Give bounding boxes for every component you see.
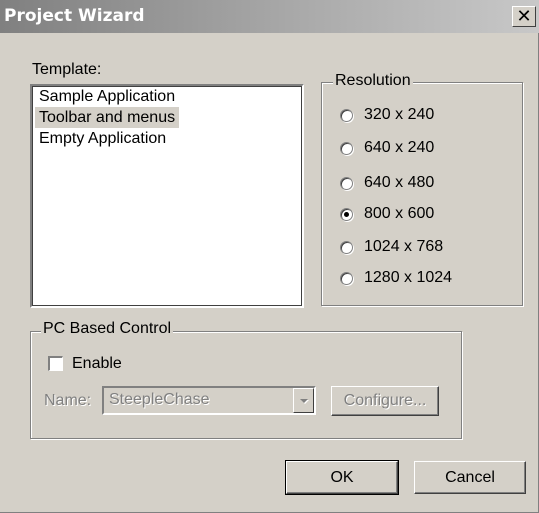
radio-button[interactable]	[340, 240, 353, 254]
radio-640x480[interactable]: 640 x 480	[340, 172, 434, 194]
configure-button[interactable]: Configure...	[331, 386, 439, 416]
radio-button[interactable]	[340, 176, 353, 190]
name-label: Name:	[44, 392, 92, 409]
pc-control-groupbox	[30, 331, 462, 439]
project-wizard-dialog: Project Wizard ✕ Template: Sample Applic…	[0, 0, 539, 513]
name-combobox-value: SteepleChase	[109, 391, 210, 408]
radio-button[interactable]	[340, 108, 353, 122]
template-item-toolbar-and-menus[interactable]: Toolbar and menus	[35, 107, 180, 128]
template-label: Template:	[32, 61, 102, 78]
radio-button[interactable]	[340, 271, 353, 285]
radio-1280x1024[interactable]: 1280 x 1024	[340, 267, 452, 289]
radio-640x240[interactable]: 640 x 240	[340, 137, 434, 159]
combobox-dropdown-button[interactable]	[293, 388, 314, 413]
cancel-button[interactable]: Cancel	[414, 461, 526, 494]
enable-checkbox[interactable]	[48, 356, 63, 371]
close-icon: ✕	[516, 5, 532, 27]
radio-label: 640 x 480	[364, 174, 435, 191]
radio-label: 1024 x 768	[364, 238, 444, 255]
title-bar[interactable]: Project Wizard ✕	[0, 0, 539, 33]
template-item-empty-application[interactable]: Empty Application	[35, 128, 170, 149]
pc-control-group-title: PC Based Control	[41, 320, 174, 338]
window-title: Project Wizard	[4, 6, 145, 26]
resolution-group-title: Resolution	[333, 72, 413, 90]
enable-label: Enable	[72, 355, 122, 372]
name-combobox[interactable]: SteepleChase	[102, 386, 316, 415]
radio-800x600[interactable]: 800 x 600	[340, 203, 434, 225]
close-button[interactable]: ✕	[512, 6, 536, 27]
radio-1024x768[interactable]: 1024 x 768	[340, 236, 443, 258]
radio-label: 320 x 240	[364, 106, 435, 123]
radio-label: 800 x 600	[364, 205, 435, 222]
chevron-down-icon	[299, 398, 308, 403]
radio-label: 1280 x 1024	[364, 269, 453, 286]
radio-button[interactable]	[340, 141, 353, 155]
template-listbox[interactable]: Sample Application Toolbar and menus Emp…	[30, 84, 304, 308]
ok-button[interactable]: OK	[285, 460, 399, 495]
radio-button-checked[interactable]	[340, 207, 353, 221]
template-item-sample-application[interactable]: Sample Application	[35, 86, 179, 107]
radio-320x240[interactable]: 320 x 240	[340, 104, 434, 126]
radio-label: 640 x 240	[364, 139, 435, 156]
